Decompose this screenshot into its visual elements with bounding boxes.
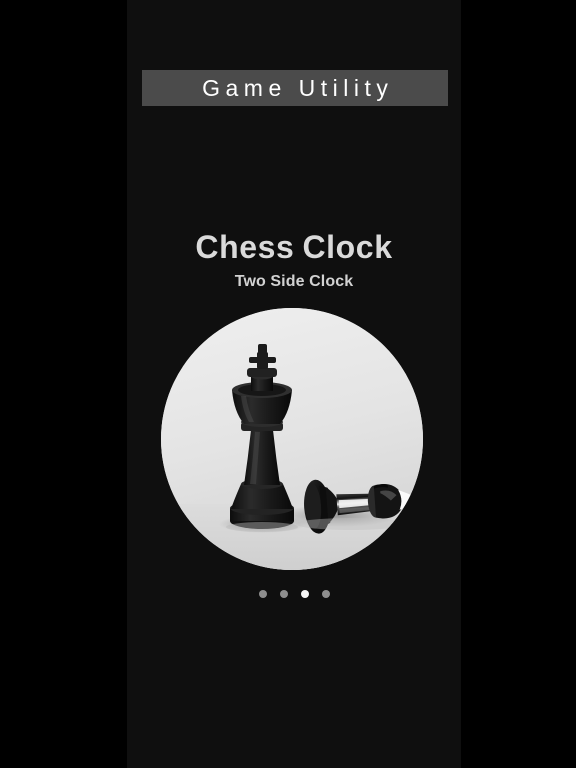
pager-dot-3[interactable] xyxy=(300,590,309,598)
header-title: Game Utility xyxy=(202,74,394,101)
app-subtitle: Two Side Clock xyxy=(234,273,354,290)
chess-pieces-illustration xyxy=(161,308,423,570)
pager-dots[interactable] xyxy=(127,590,461,598)
device-content-panel: Game Utility Chess Clock Two Side Clock xyxy=(127,0,461,768)
app-title-word-2: Clock xyxy=(302,229,393,265)
letterbox-right xyxy=(461,0,576,768)
app-title-word-1: Chess xyxy=(195,229,295,265)
title-block: Chess Clock Two Side Clock xyxy=(127,228,461,292)
app-screenshot-frame: Game Utility Chess Clock Two Side Clock xyxy=(0,0,576,768)
pager-dot-1[interactable] xyxy=(258,590,267,598)
letterbox-left xyxy=(0,0,127,768)
artwork-circle xyxy=(161,308,423,570)
header-banner: Game Utility xyxy=(142,70,448,106)
pager-dot-2[interactable] xyxy=(279,590,288,598)
pager-dot-4[interactable] xyxy=(321,590,330,598)
app-title: Chess Clock xyxy=(127,228,461,266)
